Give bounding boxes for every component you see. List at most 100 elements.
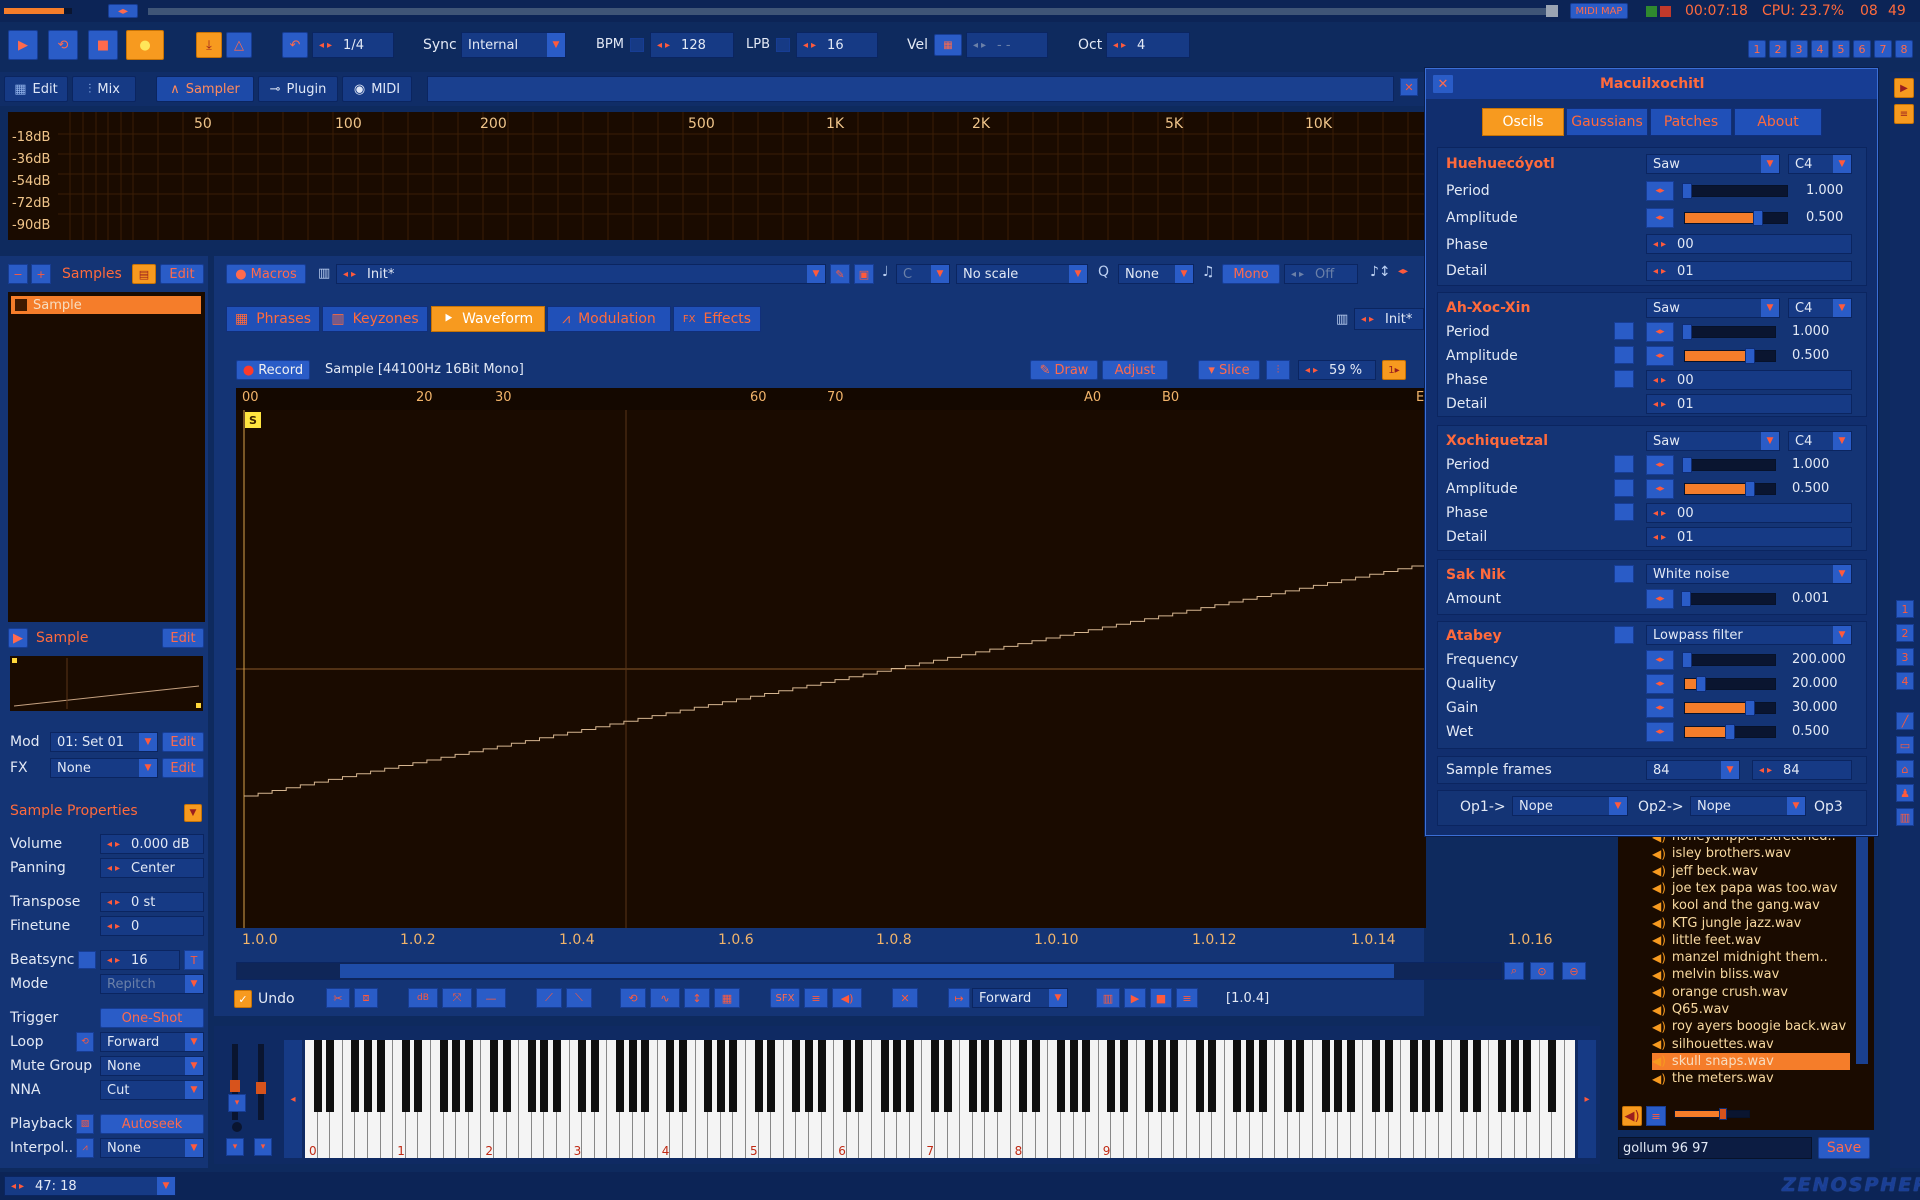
bpm-field[interactable]: ◂▸ 128 — [650, 32, 734, 58]
file-list-item[interactable]: ◀) skull snaps.wav — [1652, 1052, 1850, 1070]
macros-button[interactable]: ● Macros — [226, 264, 306, 284]
piano-black-key[interactable] — [666, 1040, 675, 1112]
preview-volume-slider[interactable] — [1674, 1108, 1750, 1120]
pitch-slider-knob[interactable] — [256, 1082, 266, 1094]
piano-black-key[interactable] — [905, 1040, 914, 1112]
piano-black-key[interactable] — [464, 1040, 473, 1112]
file-list-item[interactable]: ◀) roy ayers boogie back.wav — [1652, 1018, 1846, 1035]
piano-black-key[interactable] — [1548, 1040, 1557, 1112]
quantize-select[interactable]: None ▼ — [1118, 264, 1194, 284]
fx-select[interactable]: None ▼ — [50, 758, 158, 778]
op2-select[interactable]: Nope ▼ — [1690, 796, 1806, 816]
piano-black-key[interactable] — [1157, 1040, 1166, 1112]
piano-black-key[interactable] — [1170, 1040, 1179, 1112]
prop-select[interactable]: Forward ▼ — [100, 1032, 204, 1052]
piano-black-key[interactable] — [1334, 1040, 1343, 1112]
status-field[interactable]: ◂▸ 47: 18 ▼ — [4, 1176, 176, 1196]
filter-quality-stepper[interactable]: ◂▸ — [1646, 674, 1674, 694]
osc2-amp-slider[interactable] — [1684, 348, 1776, 364]
right-tool-button[interactable]: ♟ — [1896, 784, 1914, 802]
keyboard-scroll-left[interactable]: ▾ — [226, 1138, 244, 1156]
piano-black-key[interactable] — [792, 1040, 801, 1112]
piano-black-key[interactable] — [616, 1040, 624, 1112]
sfx-list-button[interactable]: ≡ — [804, 988, 828, 1008]
filter-wet-stepper[interactable]: ◂▸ — [1646, 722, 1674, 742]
gain-button[interactable]: dB — [408, 988, 438, 1008]
properties-menu-button[interactable]: ▼ — [184, 804, 202, 822]
plugin-tab-oscils[interactable]: Oscils — [1482, 108, 1564, 136]
osc2-period-stepper[interactable]: ◂▸ — [1646, 322, 1674, 342]
tab-midi[interactable]: ◉ MIDI — [342, 76, 412, 102]
piano-black-key[interactable] — [1409, 1040, 1418, 1112]
reverse-button[interactable]: ⟲ — [620, 988, 646, 1008]
scale-select[interactable]: No scale ▼ — [956, 264, 1088, 284]
follow-button[interactable]: ⤓ — [196, 32, 222, 58]
op1-select[interactable]: Nope ▼ — [1512, 796, 1628, 816]
file-list-item[interactable]: ◀) Q65.wav — [1652, 1001, 1729, 1018]
browser-speaker-button[interactable]: ◀) — [1622, 1106, 1642, 1126]
mod-edit-button[interactable]: Edit — [162, 732, 204, 752]
macro-edit-button[interactable]: ✎ — [830, 264, 850, 284]
piano-black-key[interactable] — [1246, 1040, 1254, 1112]
invert-button[interactable]: ∿ — [650, 988, 680, 1008]
piano-black-key[interactable] — [1384, 1040, 1393, 1112]
osc1-amp-slider[interactable] — [1684, 210, 1788, 226]
preview-menu-button[interactable]: ≡ — [1176, 988, 1198, 1008]
prop-field[interactable]: ◂▸ 0.000 dB — [100, 834, 204, 854]
trigger-button[interactable]: One-Shot — [100, 1008, 204, 1028]
loop-button[interactable]: ⟲ — [48, 30, 78, 60]
velocity-mode-button[interactable]: ▦ — [934, 34, 962, 56]
scrollbar-thumb[interactable] — [340, 964, 1394, 978]
adjust-button[interactable]: Adjust — [1102, 360, 1168, 380]
piano-black-key[interactable] — [1510, 1040, 1519, 1112]
file-list-item[interactable]: ◀) jeff beck.wav — [1652, 863, 1758, 880]
osc3-wave-select[interactable]: Saw ▼ — [1646, 431, 1780, 451]
right-list-button[interactable]: ≡ — [1894, 104, 1914, 124]
record-sample-button[interactable]: ● Record — [236, 360, 310, 380]
track-button-1[interactable]: 1 — [1748, 40, 1766, 58]
sample-thumbnail[interactable] — [10, 656, 203, 711]
right-track-button[interactable]: 1 — [1896, 600, 1914, 618]
right-track-button[interactable]: 4 — [1896, 672, 1914, 690]
piano-black-key[interactable] — [767, 1040, 776, 1112]
noise-type-select[interactable]: White noise ▼ — [1646, 564, 1852, 584]
piano-black-key[interactable] — [805, 1040, 813, 1112]
piano-black-key[interactable] — [855, 1040, 864, 1112]
remove-sample-button[interactable]: − — [8, 264, 28, 284]
playback-button[interactable]: Autoseek — [100, 1114, 204, 1134]
osc1-wave-select[interactable]: Saw ▼ — [1646, 154, 1780, 174]
piano-black-key[interactable] — [590, 1040, 599, 1112]
osc3-detail-field[interactable]: ◂▸ 01 — [1646, 527, 1852, 547]
sfx-button[interactable]: SFX — [770, 988, 800, 1008]
track-button-8[interactable]: 8 — [1895, 40, 1913, 58]
piano-black-key[interactable] — [452, 1040, 461, 1112]
fade-out-button[interactable]: ⟍ — [566, 988, 592, 1008]
piano-black-key[interactable] — [893, 1040, 902, 1112]
beatsync-mode-button[interactable]: T — [184, 950, 204, 970]
play-cursor-button[interactable]: 1▸ — [1382, 360, 1406, 380]
plugin-close-button[interactable]: ✕ — [1432, 74, 1454, 94]
prop-field[interactable]: ◂▸ 0 st — [100, 892, 204, 912]
osc3-phase-field[interactable]: ◂▸ 00 — [1646, 503, 1852, 523]
prop-select[interactable]: Cut ▼ — [100, 1080, 204, 1100]
piano-black-key[interactable] — [364, 1040, 372, 1112]
subtab-preset-select[interactable]: ◂▸ Init* — [1354, 308, 1424, 330]
plugin-tab-patches[interactable]: Patches — [1650, 108, 1732, 136]
piano-black-key[interactable] — [553, 1040, 561, 1112]
piano-black-key[interactable] — [968, 1040, 977, 1112]
tab-phrases[interactable]: ▦ Phrases — [226, 306, 320, 332]
right-play-button[interactable]: ▶ — [1894, 78, 1914, 98]
loop-start-marker[interactable]: S — [245, 412, 261, 428]
right-tool-button[interactable]: ▭ — [1896, 736, 1914, 754]
normalize-button[interactable]: ⤧ — [442, 988, 472, 1008]
right-track-button[interactable]: 2 — [1896, 624, 1914, 642]
file-list-item[interactable]: ◀) KTG jungle jazz.wav — [1652, 915, 1801, 932]
prop-select[interactable]: None ▼ — [100, 1056, 204, 1076]
slice-button[interactable]: ▾ Slice — [1198, 360, 1260, 380]
osc1-amp-stepper[interactable]: ◂▸ — [1646, 208, 1674, 228]
metronome-button[interactable]: △ — [226, 32, 252, 58]
right-tool-button[interactable]: ⌂ — [1896, 760, 1914, 778]
osc2-note-select[interactable]: C4 ▼ — [1788, 298, 1852, 318]
add-sample-button[interactable]: + — [31, 264, 51, 284]
load-sample-button[interactable]: ▤ — [132, 264, 156, 284]
